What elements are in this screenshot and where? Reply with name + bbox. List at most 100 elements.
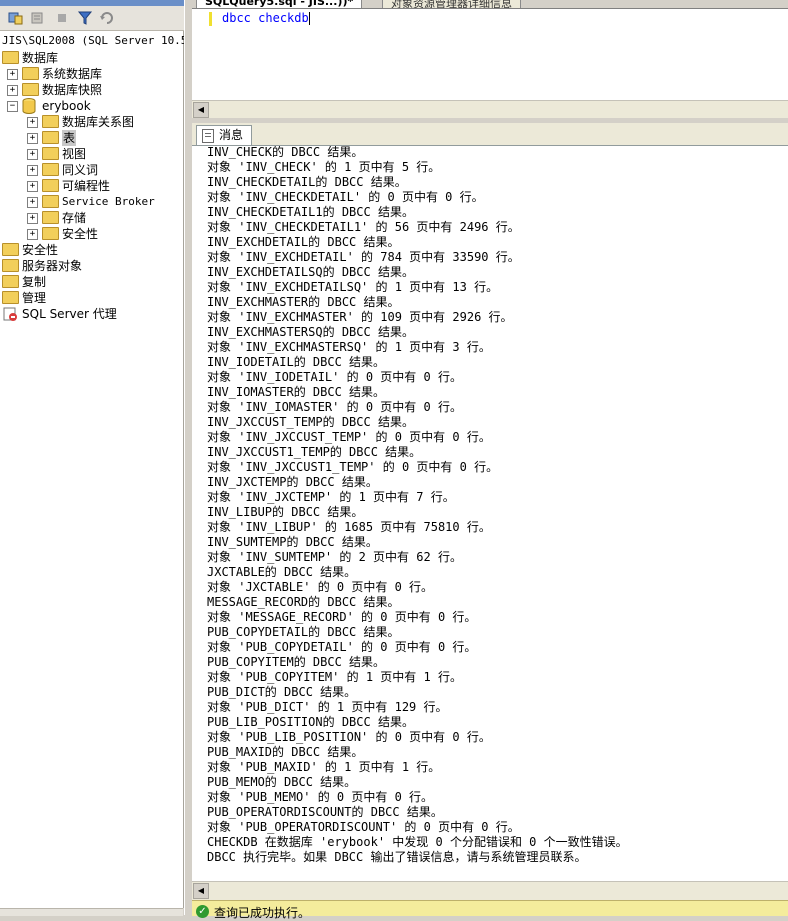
message-line: 对象 'INV_EXCHDETAIL' 的 784 页中有 33590 行。 xyxy=(207,250,520,264)
message-line: PUB_OPERATORDISCOUNT的 DBCC 结果。 xyxy=(207,805,443,819)
query-editor[interactable]: dbcc checkdb xyxy=(192,8,788,101)
message-line: 对象 'INV_IODETAIL' 的 0 页中有 0 行。 xyxy=(207,370,462,384)
connect-icon[interactable] xyxy=(8,10,24,26)
message-line: 对象 'INV_JXCCUST_TEMP' 的 0 页中有 0 行。 xyxy=(207,430,491,444)
query-text[interactable]: dbcc checkdb xyxy=(222,11,310,25)
change-marker xyxy=(209,12,212,26)
messages-pane[interactable]: INV_CHECK的 DBCC 结果。 对象 'INV_CHECK' 的 1 页中… xyxy=(192,146,788,881)
tree-node-label: 存储 xyxy=(62,211,87,225)
expand-icon[interactable]: + xyxy=(7,69,18,80)
folder-icon xyxy=(42,147,59,160)
message-line: PUB_DICT的 DBCC 结果。 xyxy=(207,685,357,699)
message-line: 对象 'INV_JXCCUST1_TEMP' 的 0 页中有 0 行。 xyxy=(207,460,499,474)
expand-icon[interactable]: + xyxy=(27,165,38,176)
document-tab-strip: SQLQuery5.sql - JIS...))* 对象资源管理器详细信息 xyxy=(192,0,788,8)
editor-gutter xyxy=(192,9,208,101)
object-explorer-tree: JIS\SQL2008 (SQL Server 10.50. 数据库 + 系统数据库… xyxy=(0,31,201,908)
message-list: INV_CHECK的 DBCC 结果。 对象 'INV_CHECK' 的 1 页中… xyxy=(207,146,628,865)
refresh-icon[interactable] xyxy=(99,10,115,26)
message-line: INV_EXCHMASTERSQ的 DBCC 结果。 xyxy=(207,325,414,339)
results-tabbar: 消息 xyxy=(192,123,788,146)
folder-icon xyxy=(2,275,19,288)
editor-horizontal-scrollbar[interactable]: ◀ xyxy=(192,100,788,118)
expand-icon[interactable]: + xyxy=(27,213,38,224)
message-line: INV_IODETAIL的 DBCC 结果。 xyxy=(207,355,386,369)
tree-node-label: 数据库关系图 xyxy=(62,115,135,129)
folder-icon xyxy=(2,259,19,272)
expand-icon[interactable]: + xyxy=(27,133,38,144)
message-line: INV_EXCHDETAIL的 DBCC 结果。 xyxy=(207,235,400,249)
folder-icon xyxy=(2,291,19,304)
tree-node-label: 同义词 xyxy=(62,163,99,177)
message-line: 对象 'INV_EXCHDETAILSQ' 的 1 页中有 13 行。 xyxy=(207,280,499,294)
message-line: 对象 'PUB_OPERATORDISCOUNT' 的 0 页中有 0 行。 xyxy=(207,820,520,834)
message-line: 对象 'INV_CHECK' 的 1 页中有 5 行。 xyxy=(207,160,441,174)
query-argument: checkdb xyxy=(258,11,309,25)
message-line: INV_CHECK的 DBCC 结果。 xyxy=(207,146,364,159)
message-line: 对象 'MESSAGE_RECORD' 的 0 页中有 0 行。 xyxy=(207,610,477,624)
results-horizontal-scrollbar[interactable]: ◀ xyxy=(192,881,788,900)
folder-icon xyxy=(42,131,59,144)
message-line: 对象 'PUB_COPYITEM' 的 1 页中有 1 行。 xyxy=(207,670,462,684)
message-line: PUB_COPYDETAIL的 DBCC 结果。 xyxy=(207,625,400,639)
expand-icon[interactable]: + xyxy=(7,85,18,96)
tree-node-label: 系统数据库 xyxy=(42,67,103,81)
database-icon xyxy=(22,98,36,114)
stop-icon[interactable] xyxy=(54,10,70,26)
expand-icon[interactable]: + xyxy=(27,181,38,192)
message-line: MESSAGE_RECORD的 DBCC 结果。 xyxy=(207,595,400,609)
message-line: 对象 'INV_JXCTEMP' 的 1 页中有 7 行。 xyxy=(207,490,455,504)
message-line: INV_IOMASTER的 DBCC 结果。 xyxy=(207,385,386,399)
message-line: 对象 'INV_EXCHMASTER' 的 109 页中有 2926 行。 xyxy=(207,310,513,324)
scroll-left-icon[interactable]: ◀ xyxy=(193,102,209,118)
folder-icon xyxy=(42,179,59,192)
message-line: 对象 'PUB_COPYDETAIL' 的 0 页中有 0 行。 xyxy=(207,640,477,654)
tree-node-label: 管理 xyxy=(22,291,47,305)
tree-node-label: 视图 xyxy=(62,147,87,161)
folder-icon xyxy=(22,67,39,80)
expand-icon[interactable]: + xyxy=(27,197,38,208)
query-keyword: dbcc xyxy=(222,11,251,25)
scroll-left-icon[interactable]: ◀ xyxy=(193,883,209,899)
disconnect-icon[interactable] xyxy=(30,10,46,26)
query-status-bar: ✓ 查询已成功执行。 xyxy=(192,900,788,920)
server-node[interactable]: JIS\SQL2008 (SQL Server 10.50. xyxy=(2,34,201,47)
message-line: PUB_LIB_POSITION的 DBCC 结果。 xyxy=(207,715,414,729)
message-line: INV_SUMTEMP的 DBCC 结果。 xyxy=(207,535,378,549)
tree-node-label: 数据库 xyxy=(22,51,59,65)
message-line: JXCTABLE的 DBCC 结果。 xyxy=(207,565,357,579)
tree-node-label: 安全性 xyxy=(62,227,99,241)
message-line: 对象 'INV_IOMASTER' 的 0 页中有 0 行。 xyxy=(207,400,462,414)
tree-node-label: SQL Server 代理 xyxy=(22,307,117,321)
text-caret xyxy=(308,12,310,25)
tab-messages[interactable]: 消息 xyxy=(196,125,252,145)
tab-object-explorer-details[interactable]: 对象资源管理器详细信息 xyxy=(382,0,521,8)
folder-icon xyxy=(42,211,59,224)
expand-icon[interactable]: + xyxy=(27,117,38,128)
message-line: 对象 'INV_CHECKDETAIL' 的 0 页中有 0 行。 xyxy=(207,190,484,204)
tree-node-label: 安全性 xyxy=(22,243,59,257)
message-line: 对象 'PUB_MEMO' 的 0 页中有 0 行。 xyxy=(207,790,434,804)
message-line: 对象 'INV_LIBUP' 的 1685 页中有 75810 行。 xyxy=(207,520,491,534)
tab-query[interactable]: SQLQuery5.sql - JIS...))* xyxy=(196,0,363,8)
message-line: INV_JXCTEMP的 DBCC 结果。 xyxy=(207,475,378,489)
tree-node-label: Service Broker xyxy=(62,195,155,208)
message-line: INV_CHECKDETAIL1的 DBCC 结果。 xyxy=(207,205,414,219)
success-check-icon: ✓ xyxy=(196,905,209,918)
message-line: PUB_COPYITEM的 DBCC 结果。 xyxy=(207,655,386,669)
expand-icon[interactable]: + xyxy=(27,149,38,160)
folder-icon xyxy=(22,83,39,96)
sql-agent-icon xyxy=(3,307,17,321)
folder-icon xyxy=(42,195,59,208)
message-line: 对象 'PUB_DICT' 的 1 页中有 129 行。 xyxy=(207,700,448,714)
tree-node-label: 复制 xyxy=(22,275,47,289)
message-line: INV_EXCHDETAILSQ的 DBCC 结果。 xyxy=(207,265,414,279)
tree-node-label: 服务器对象 xyxy=(22,259,83,273)
collapse-icon[interactable]: − xyxy=(7,101,18,112)
message-line: INV_CHECKDETAIL的 DBCC 结果。 xyxy=(207,175,407,189)
expand-icon[interactable]: + xyxy=(27,229,38,240)
message-line: 对象 'INV_EXCHMASTERSQ' 的 1 页中有 3 行。 xyxy=(207,340,491,354)
filter-icon[interactable] xyxy=(77,10,93,26)
message-line: PUB_MEMO的 DBCC 结果。 xyxy=(207,775,357,789)
message-line: PUB_MAXID的 DBCC 结果。 xyxy=(207,745,364,759)
